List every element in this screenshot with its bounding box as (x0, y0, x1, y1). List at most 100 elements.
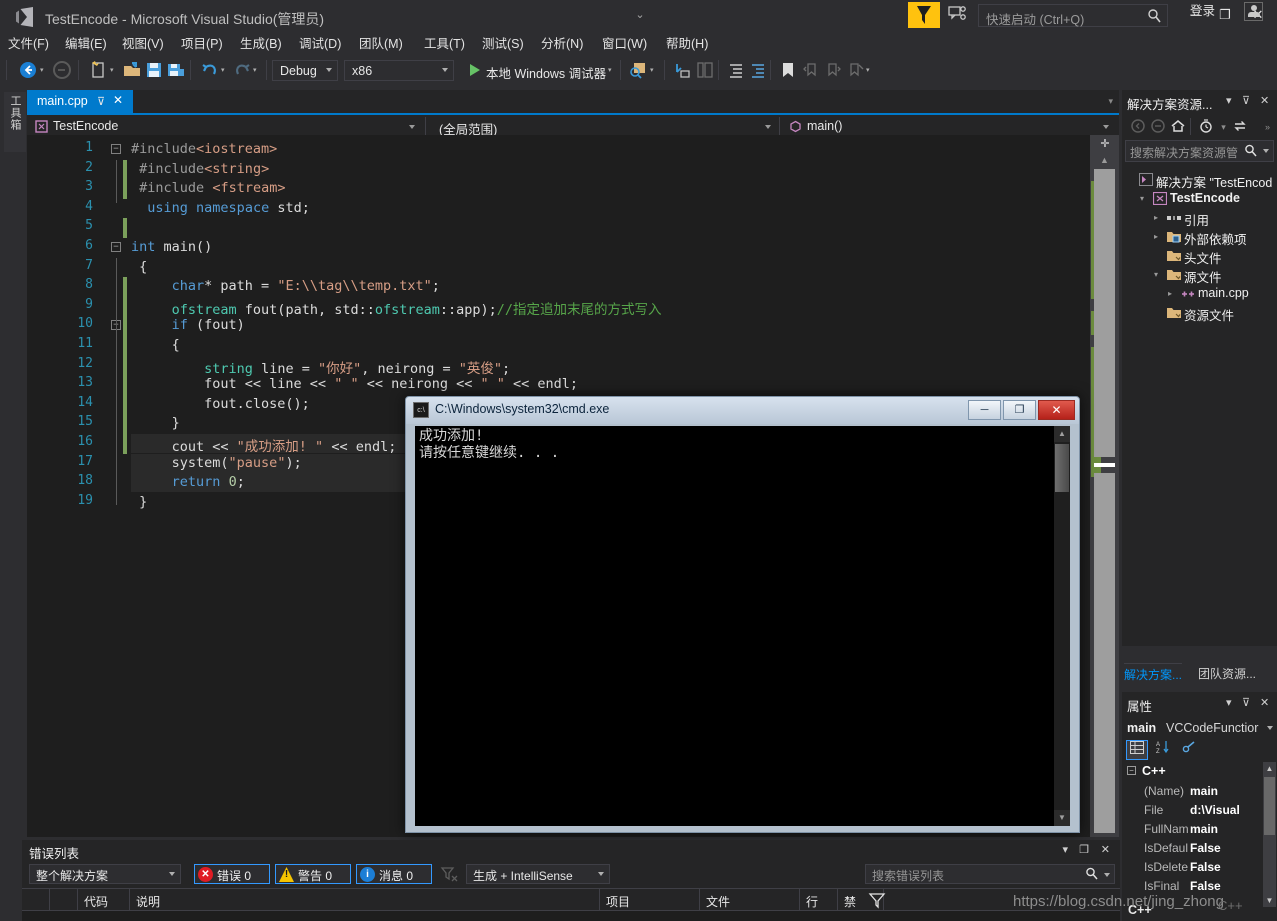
solution-tree-item-6[interactable]: ▸ main.cpp (1122, 284, 1277, 303)
scroll-down-icon[interactable]: ▼ (1263, 894, 1276, 907)
code-line-text[interactable]: cout << "成功添加! " << endl; (131, 435, 397, 455)
attach-to-process-icon[interactable] (628, 60, 648, 80)
code-line[interactable]: 11 { (27, 336, 1119, 356)
property-value[interactable]: False (1190, 860, 1252, 874)
filter-icon[interactable] (868, 891, 886, 909)
chevron-down-icon[interactable]: ▾ (1140, 194, 1149, 203)
error-list-column-headers[interactable]: 代码 说明 项目 文件 行 禁 (22, 888, 1120, 911)
open-file-icon[interactable] (122, 60, 142, 80)
categorized-icon[interactable] (1126, 740, 1148, 760)
code-line-text[interactable]: using namespace std; (131, 200, 310, 216)
cmd-console-window[interactable]: c:\ C:\Windows\system32\cmd.exe ─ ❐ ✕ 成功… (405, 396, 1080, 833)
step-into-icon[interactable] (672, 60, 692, 80)
property-row-1[interactable]: File d:\Visual (1122, 801, 1277, 820)
code-line-text[interactable]: fout << line << " " << neirong << " " <<… (131, 376, 578, 392)
alphabetical-icon[interactable]: AZ (1152, 740, 1174, 760)
redo-dropdown-icon[interactable]: ▾ (253, 67, 260, 74)
scroll-up-icon[interactable]: ▲ (1090, 152, 1119, 168)
close-icon[interactable]: ✕ (1260, 696, 1269, 709)
fold-toggle-icon[interactable]: − (111, 242, 121, 252)
save-all-icon[interactable] (166, 60, 186, 80)
property-pages-icon[interactable] (1178, 740, 1200, 760)
editor-split-handle[interactable]: ✛ (1093, 136, 1117, 152)
chevron-down-icon[interactable]: ▾ (1154, 270, 1163, 279)
code-line[interactable]: 6 int main() (27, 238, 1119, 258)
pin-icon[interactable]: ⊽ (1242, 696, 1250, 709)
menu-item-3[interactable]: 项目(P) (181, 33, 223, 55)
solution-search-box[interactable]: 搜索解决方案资源管 (1125, 140, 1274, 162)
navigate-backward-icon[interactable] (18, 60, 38, 80)
panel-dropdown-icon[interactable]: ▾ (1062, 843, 1068, 856)
error-column-header-0[interactable] (22, 889, 50, 911)
toolbar-overflow-icon[interactable]: » (1258, 118, 1277, 136)
navigate-backward-dropdown-icon[interactable]: ▾ (40, 67, 47, 74)
fold-toggle-icon[interactable]: − (111, 144, 121, 154)
code-line-text[interactable]: } (131, 494, 147, 510)
code-line-text[interactable]: { (131, 259, 147, 275)
code-line[interactable]: 10 if (fout) (27, 316, 1119, 336)
feedback-flag-icon[interactable] (908, 2, 940, 28)
build-filter-combo[interactable]: 生成 + IntelliSense (466, 864, 610, 884)
solution-tree-item-2[interactable]: ▸ 引用 (1122, 208, 1277, 228)
pin-icon[interactable]: ⊽ (1242, 94, 1250, 107)
error-scope-combo[interactable]: 整个解决方案 (29, 864, 181, 884)
quick-launch-box[interactable]: 快速启动 (Ctrl+Q) (978, 4, 1168, 27)
property-row-3[interactable]: IsDefault False (1122, 839, 1277, 858)
error-column-header-1[interactable] (50, 889, 78, 911)
indent-icon[interactable] (726, 60, 746, 80)
code-line-text[interactable]: if (fout) (131, 317, 245, 333)
solution-tree-item-7[interactable]: 资源文件 (1122, 303, 1277, 323)
solution-tree-item-4[interactable]: 头文件 (1122, 246, 1277, 266)
code-line-text[interactable]: int main() (131, 239, 212, 255)
menu-item-8[interactable]: 测试(S) (482, 33, 524, 55)
close-icon[interactable]: ✕ (1101, 843, 1110, 856)
code-line[interactable]: 7 { (27, 258, 1119, 278)
code-line[interactable]: 9 ofstream fout(path, std::ofstream::app… (27, 297, 1119, 318)
pin-icon[interactable]: ⊽ (97, 95, 105, 108)
property-row-2[interactable]: FullNamemain (1122, 820, 1277, 839)
collapse-icon[interactable]: − (1127, 766, 1136, 775)
toolbar-overflow-icon[interactable]: ▾ (866, 67, 873, 74)
code-line-text[interactable]: return 0; (131, 474, 245, 490)
maximize-icon[interactable]: ❐ (1079, 843, 1089, 856)
code-line-text[interactable]: #include<iostream> (131, 141, 277, 157)
code-line-text[interactable]: fout.close(); (131, 396, 310, 412)
property-row-0[interactable]: (Name) main (1122, 782, 1277, 801)
menu-item-11[interactable]: 帮助(H) (666, 33, 708, 55)
cmd-scrollbar[interactable]: ▲ ▼ (1054, 426, 1070, 826)
cmd-minimize-button[interactable]: ─ (968, 400, 1001, 420)
search-options-icon[interactable] (1263, 149, 1269, 153)
tab-overflow-icon[interactable]: ▾ (1108, 96, 1113, 107)
menu-item-1[interactable]: 编辑(E) (65, 33, 107, 55)
error-list-search-box[interactable]: 搜索错误列表 (865, 864, 1115, 884)
menu-item-4[interactable]: 生成(B) (240, 33, 282, 55)
new-project-icon[interactable] (88, 60, 108, 80)
error-toggle-messages[interactable]: i 消息 0 (356, 864, 432, 884)
cmd-output-area[interactable]: 成功添加! 请按任意键继续. . . ▲ ▼ (415, 426, 1070, 826)
menu-item-10[interactable]: 窗口(W) (602, 33, 647, 55)
menu-item-9[interactable]: 分析(N) (541, 33, 583, 55)
solution-tree-item-1[interactable]: ▾ TestEncode (1122, 189, 1277, 208)
send-feedback-icon[interactable] (948, 5, 970, 25)
dock-tab-1[interactable]: 团队资源... (1198, 663, 1256, 685)
start-debugging-dropdown-icon[interactable]: ▾ (608, 67, 615, 74)
code-line[interactable]: 4 using namespace std; (27, 199, 1119, 219)
cmd-scroll-up-icon[interactable]: ▲ (1054, 426, 1070, 442)
menu-item-2[interactable]: 视图(V) (122, 33, 164, 55)
navbar-scope-dropdown[interactable]: (全局范围) (431, 117, 777, 137)
undo-icon[interactable] (200, 60, 220, 80)
close-icon[interactable]: ✕ (1260, 94, 1269, 107)
navbar-member-dropdown[interactable]: main() (783, 117, 1115, 137)
property-category-row[interactable]: − C++ (1122, 762, 1277, 781)
cmd-maximize-button[interactable]: ❐ (1003, 400, 1036, 420)
code-line-text[interactable]: ofstream fout(path, std::ofstream::app);… (131, 298, 662, 318)
code-line[interactable]: 8 char* path = "E:\\tag\\temp.txt"; (27, 277, 1119, 297)
code-line[interactable]: 5 (27, 218, 1119, 238)
scroll-up-icon[interactable]: ▲ (1263, 762, 1276, 775)
code-line-text[interactable]: } (131, 415, 180, 431)
tab-main-cpp[interactable]: main.cpp ⊽ ✕ (27, 90, 133, 113)
solution-tree-item-5[interactable]: ▾ 源文件 (1122, 265, 1277, 285)
code-line[interactable]: 12 string line = "你好", neirong = "英俊"; (27, 356, 1119, 377)
cmd-scroll-down-icon[interactable]: ▼ (1054, 810, 1070, 826)
undo-dropdown-icon[interactable]: ▾ (221, 67, 228, 74)
